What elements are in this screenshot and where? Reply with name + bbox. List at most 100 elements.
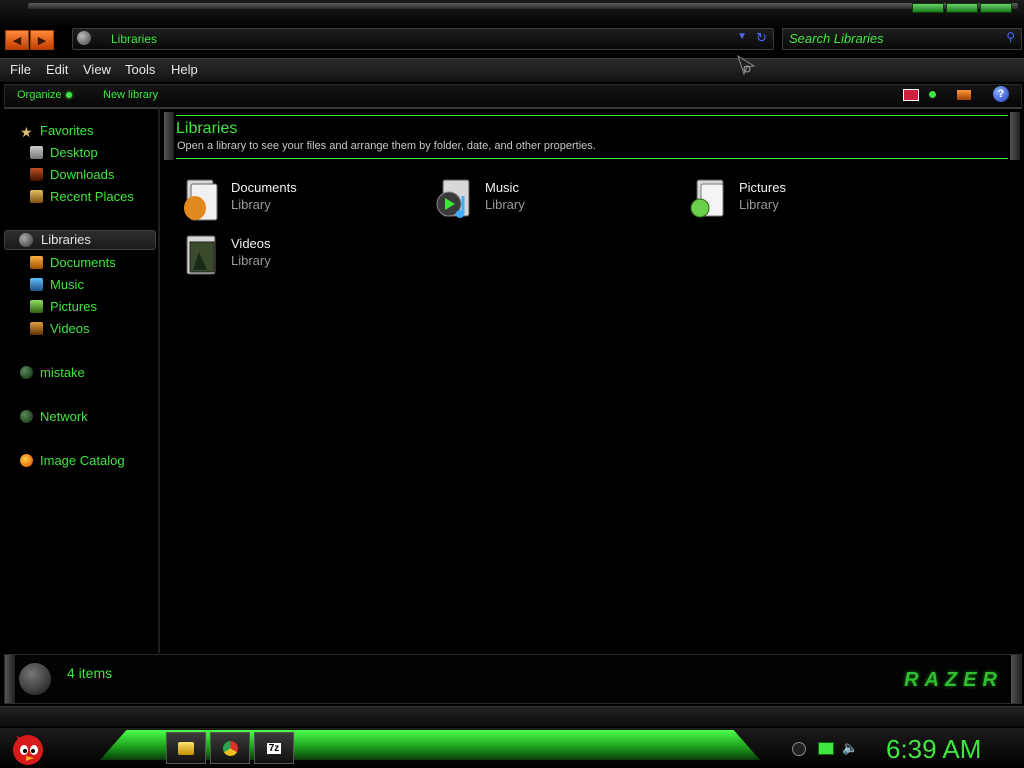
maximize-button[interactable] [946, 3, 978, 13]
header-rail-left [164, 112, 174, 160]
documents-icon [30, 255, 43, 269]
image-catalog-icon [20, 453, 33, 467]
search-input[interactable] [789, 30, 999, 46]
videos-library-icon [186, 235, 216, 275]
menu-help[interactable]: Help [171, 62, 198, 77]
view-dropdown-icon[interactable] [929, 91, 936, 98]
header-bottom-line [176, 158, 1008, 159]
volume-icon[interactable]: 🔈 [842, 740, 858, 756]
sidebar-item-documents[interactable]: Documents [30, 253, 116, 271]
library-type: Library [231, 253, 271, 268]
music-library-icon [436, 179, 470, 218]
libraries-icon [19, 233, 33, 247]
library-item-documents[interactable]: Documents Library [181, 176, 421, 226]
address-bar[interactable]: Libraries ▼ ↻ [72, 28, 774, 50]
menu-bar: File Edit View Tools Help [0, 58, 1024, 82]
library-header: Libraries Open a library to see your fil… [164, 112, 1020, 160]
menu-view[interactable]: View [83, 62, 111, 77]
library-name: Videos [231, 236, 271, 251]
sidebar-item-videos[interactable]: Videos [30, 319, 90, 337]
library-item-videos[interactable]: Videos Library [181, 232, 421, 282]
7zip-icon: 7z [266, 742, 282, 754]
network-status-icon[interactable] [818, 742, 834, 755]
header-rail-right [1010, 112, 1020, 160]
sidebar-network[interactable]: Network [20, 407, 88, 425]
sidebar-item-label: Music [50, 276, 84, 292]
close-button[interactable] [980, 3, 1012, 13]
sidebar-image-catalog-label: Image Catalog [40, 452, 125, 468]
sidebar-libraries-label: Libraries [41, 232, 91, 247]
taskbar-7zip-button[interactable]: 7z [254, 732, 294, 764]
back-button[interactable]: ◀ [5, 30, 29, 50]
library-name: Pictures [739, 180, 786, 195]
library-type: Library [739, 197, 779, 212]
library-item-pictures[interactable]: Pictures Library [689, 176, 929, 226]
sidebar-favorites[interactable]: ★ Favorites [20, 121, 93, 140]
libraries-globe-icon [77, 31, 91, 45]
sidebar-item-label: Recent Places [50, 188, 134, 204]
sidebar-image-catalog[interactable]: Image Catalog [20, 451, 125, 469]
taskbar-explorer-button[interactable] [166, 732, 206, 764]
library-type: Library [231, 197, 271, 212]
sidebar-item-pictures[interactable]: Pictures [30, 297, 97, 315]
sidebar-libraries[interactable]: Libraries [4, 230, 156, 250]
documents-library-icon [184, 179, 218, 221]
window-bottom-frame [0, 706, 1024, 727]
sidebar-item-music[interactable]: Music [30, 275, 84, 293]
taskbar-chrome-button[interactable] [210, 732, 250, 764]
start-button[interactable] [8, 730, 48, 766]
library-type: Library [485, 197, 525, 212]
forward-button[interactable]: ▶ [30, 30, 54, 50]
sidebar-item-downloads[interactable]: Downloads [30, 165, 114, 183]
mouse-pointer-icon [737, 54, 756, 76]
search-icon[interactable]: ⚲ [1006, 30, 1015, 44]
address-path[interactable]: Libraries [111, 32, 157, 46]
navigation-pane: ★ Favorites Desktop Downloads Recent Pla… [0, 108, 160, 653]
sidebar-item-recent-places[interactable]: Recent Places [30, 187, 134, 205]
refresh-icon[interactable]: ↻ [756, 30, 767, 46]
window-controls [912, 3, 1012, 13]
status-rail-left [5, 655, 15, 703]
star-icon: ★ [20, 123, 33, 140]
desktop-icon [30, 145, 43, 159]
header-top-line [176, 115, 1008, 116]
back-arrow-icon: ◀ [12, 34, 22, 47]
menu-tools[interactable]: Tools [125, 62, 155, 77]
command-bar: Organize New library ? [4, 84, 1022, 109]
library-item-music[interactable]: Music Library [435, 176, 675, 226]
tray-app-icon[interactable] [792, 742, 806, 756]
minimize-button[interactable] [912, 3, 944, 13]
menu-file[interactable]: File [10, 62, 31, 77]
network-icon [20, 409, 33, 423]
preview-pane-icon[interactable] [957, 90, 971, 100]
system-tray: 🔈 [790, 740, 870, 758]
recent-places-icon [30, 189, 43, 203]
status-rail-right [1011, 655, 1021, 703]
sidebar-homegroup[interactable]: mistake [20, 363, 85, 381]
details-pane: 4 items RAZER [4, 654, 1022, 704]
videos-icon [30, 321, 43, 335]
forward-arrow-icon: ▶ [37, 34, 47, 47]
homegroup-icon [20, 365, 33, 379]
window-titlebar[interactable] [28, 3, 1018, 9]
help-icon[interactable]: ? [993, 86, 1009, 102]
downloads-icon [30, 167, 43, 181]
sidebar-item-label: Downloads [50, 166, 115, 182]
organize-label: Organize [17, 89, 62, 101]
sidebar-item-label: Documents [50, 254, 116, 270]
organize-button[interactable]: Organize [17, 89, 72, 101]
music-icon [30, 277, 43, 291]
address-dropdown-icon[interactable]: ▼ [737, 31, 747, 42]
sidebar-item-desktop[interactable]: Desktop [30, 143, 98, 161]
pictures-library-icon [690, 179, 724, 218]
libraries-thumbnail-icon [19, 663, 51, 695]
menu-edit[interactable]: Edit [46, 62, 68, 77]
folder-icon [178, 741, 194, 755]
new-library-button[interactable]: New library [103, 89, 158, 101]
library-name: Documents [231, 180, 297, 195]
search-box[interactable]: ⚲ [782, 28, 1022, 50]
clock[interactable]: 6:39 AM [886, 734, 981, 765]
sidebar-item-label: Videos [50, 320, 90, 336]
razer-logo: RAZER [904, 669, 1003, 691]
view-options-icon[interactable] [903, 89, 919, 101]
